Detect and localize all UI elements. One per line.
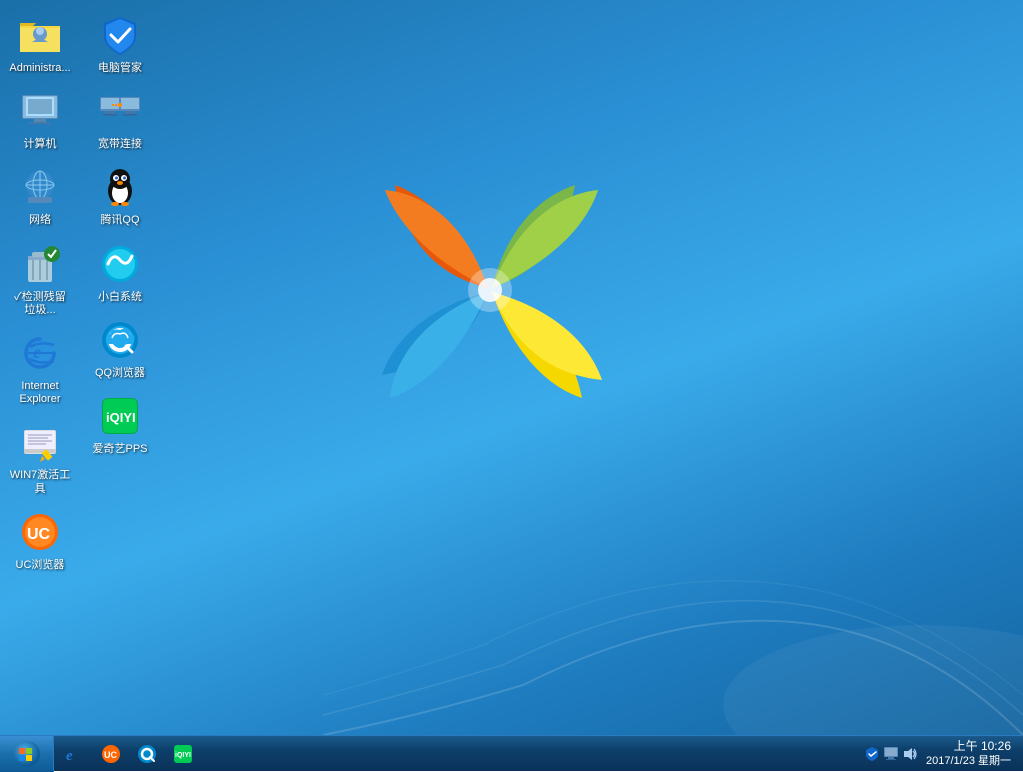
uc-icon[interactable]: UC UC浏览器: [0, 502, 80, 578]
taskbar-iqiyi-icon[interactable]: iQIYI: [166, 739, 200, 769]
diannao-icon[interactable]: 电脑管家: [80, 5, 160, 81]
clock-area[interactable]: 上午 10:26 2017/1/23 星期一: [922, 739, 1015, 768]
jiance-icon[interactable]: ✓检测残留 垃圾...: [0, 234, 80, 323]
diannao-label: 电脑管家: [98, 62, 142, 75]
qq-label: 腾讯QQ: [100, 214, 139, 227]
ie-icon[interactable]: e Internet Explorer: [0, 323, 80, 412]
win7tool-icon[interactable]: WIN7激活工 具: [0, 412, 80, 501]
network-label: 网络: [29, 214, 51, 227]
ie-label: Internet Explorer: [20, 380, 61, 406]
start-button[interactable]: [0, 736, 54, 772]
decorative-curves: [323, 335, 1023, 735]
qq-icon[interactable]: 腾讯QQ: [80, 157, 160, 233]
xiaobai-icon[interactable]: 小白系统: [80, 234, 160, 310]
jiance-label: ✓检测残留 垃圾...: [14, 291, 66, 317]
administrator-icon[interactable]: Administra...: [0, 5, 80, 81]
svg-text:e: e: [66, 748, 73, 764]
svg-text:iQIYI: iQIYI: [106, 410, 136, 425]
icon-column-2: 电脑管家: [80, 5, 160, 578]
svg-text:e: e: [33, 342, 41, 362]
computer-icon[interactable]: 计算机: [0, 81, 80, 157]
broadband-label: 宽带连接: [98, 138, 142, 151]
svg-text:UC: UC: [27, 526, 51, 543]
qqbrowser-label: QQ浏览器: [95, 367, 145, 380]
desktop-icons: Administra... 计算机: [0, 5, 160, 578]
clock-time: 上午 10:26: [954, 739, 1011, 755]
icon-column-1: Administra... 计算机: [0, 5, 80, 578]
quicklaunch-area: e UC iQIYI: [54, 739, 856, 769]
computer-label: 计算机: [24, 138, 57, 151]
iqiyi-label: 爱奇艺PPS: [92, 443, 147, 456]
tray-speaker[interactable]: [902, 746, 918, 762]
taskbar: e UC iQIYI: [0, 735, 1023, 771]
tray-network[interactable]: [883, 746, 899, 762]
svg-text:iQIYI: iQIYI: [175, 752, 191, 759]
taskbar-uc-icon[interactable]: UC: [94, 739, 128, 769]
tray-icons: [864, 746, 918, 762]
taskbar-qqbrowser-icon[interactable]: [130, 739, 164, 769]
qqbrowser-icon[interactable]: QQ浏览器: [80, 310, 160, 386]
iqiyi-icon[interactable]: iQIYI 爱奇艺PPS: [80, 386, 160, 462]
tray-diannao[interactable]: [864, 746, 880, 762]
administrator-label: Administra...: [9, 62, 70, 75]
svg-text:UC: UC: [104, 750, 117, 760]
clock-date: 2017/1/23 星期一: [926, 755, 1011, 768]
uc-label: UC浏览器: [16, 559, 65, 572]
broadband-icon[interactable]: 宽带连接: [80, 81, 160, 157]
network-icon[interactable]: 网络: [0, 157, 80, 233]
system-tray: 上午 10:26 2017/1/23 星期一: [856, 736, 1023, 772]
xiaobai-label: 小白系统: [98, 291, 142, 304]
win7tool-label: WIN7激活工 具: [10, 469, 71, 495]
taskbar-ie-icon[interactable]: e: [58, 739, 92, 769]
desktop: Administra... 计算机: [0, 0, 1023, 735]
